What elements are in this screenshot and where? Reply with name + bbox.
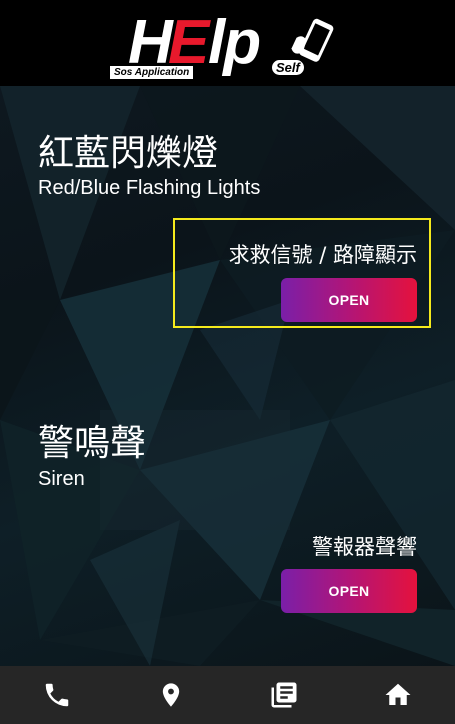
bottom-navigation <box>0 666 455 724</box>
logo-letter-e: E <box>168 8 209 77</box>
sos-signal-label: 求救信號 / 路障顯示 <box>228 243 417 267</box>
logo-letters-lp: lp <box>208 8 261 77</box>
nav-phone[interactable] <box>27 666 87 724</box>
location-pin-icon <box>162 683 179 707</box>
logo-self: Self <box>272 60 304 75</box>
status-strip <box>0 0 455 8</box>
phone-icon <box>45 683 69 707</box>
flashing-lights-title-cn: 紅藍閃爍燈 <box>38 133 219 174</box>
app-header: H E lp Sos Application Self <box>0 8 455 86</box>
background-pattern <box>0 86 455 666</box>
alarm-sound-label: 警報器聲響 <box>312 535 417 559</box>
help-self-logo: H E lp Sos Application Self <box>100 10 350 86</box>
siren-title-cn: 警鳴聲 <box>38 423 147 464</box>
app-screen: H E lp Sos Application Self 紅藍閃爍燈 Red/Bl… <box>0 0 455 724</box>
logo-letter-h: H <box>128 8 173 77</box>
nav-library[interactable] <box>254 666 314 724</box>
logo-subtitle: Sos Application <box>110 66 194 79</box>
siren-open-button[interactable]: OPEN <box>281 569 417 613</box>
siren-title-en: Siren <box>38 468 85 490</box>
nav-home[interactable] <box>368 666 428 724</box>
flashing-lights-title-en: Red/Blue Flashing Lights <box>38 177 261 199</box>
flashing-lights-open-button[interactable]: OPEN <box>281 278 417 322</box>
home-icon <box>385 683 411 705</box>
library-books-icon <box>271 682 297 708</box>
nav-location[interactable] <box>141 666 201 724</box>
